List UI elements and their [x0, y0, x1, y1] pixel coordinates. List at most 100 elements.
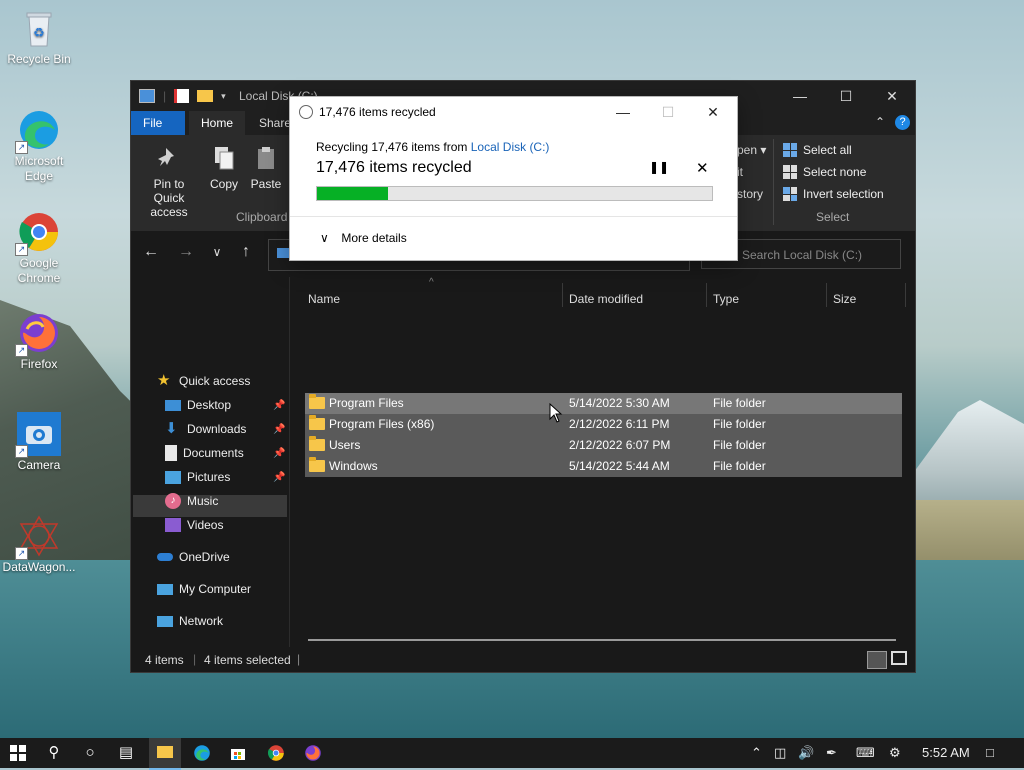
paste-button[interactable]: Paste [249, 145, 283, 191]
qat-dropdown-icon[interactable]: ▾ [221, 91, 226, 102]
desktop-icon-firefox[interactable]: ↗ Firefox [1, 311, 77, 372]
new-folder-icon[interactable] [197, 90, 214, 102]
nav-label: Documents [183, 446, 244, 460]
table-row[interactable]: Users 2/12/2022 6:07 PM File folder [305, 435, 902, 456]
nav-documents[interactable]: Documents [165, 442, 244, 464]
large-icons-view-button[interactable] [891, 651, 907, 665]
nav-my-computer[interactable]: My Computer [157, 578, 251, 600]
details-view-button[interactable] [867, 651, 887, 669]
column-header-name[interactable]: Name [308, 287, 340, 311]
column-header-date[interactable]: Date modified [569, 287, 643, 311]
pen-workspace-icon[interactable]: ✒ [826, 738, 837, 768]
search-icon[interactable]: ⚲ [36, 741, 72, 765]
start-button[interactable] [0, 741, 36, 765]
column-header-type[interactable]: Type [713, 287, 739, 311]
show-hidden-icons-chevron-icon[interactable]: ⌃ [751, 738, 762, 768]
pause-button[interactable]: ❚❚ [649, 160, 669, 174]
dialog-maximize-button[interactable]: ☐ [645, 97, 691, 127]
column-separator[interactable] [905, 283, 906, 307]
onedrive-cloud-icon [157, 553, 173, 561]
touch-keyboard-icon[interactable]: ⌨ [856, 738, 875, 768]
open-button[interactable]: pen ▾ [737, 143, 766, 157]
action-center-icon[interactable]: □ [986, 738, 994, 768]
desktop-icon-chrome[interactable]: ↗ Google Chrome [1, 210, 77, 286]
taskbar-chrome-icon[interactable] [258, 741, 294, 765]
maximize-button[interactable]: ☐ [823, 81, 869, 111]
volume-icon[interactable]: 🔊 [798, 738, 814, 768]
nav-network[interactable]: Network [157, 610, 223, 632]
svg-text:♻: ♻ [33, 25, 45, 40]
table-row[interactable]: Program Files 5/14/2022 5:30 AM File fol… [305, 393, 902, 414]
more-details-toggle[interactable]: ∨ More details [320, 231, 407, 245]
horizontal-scrollbar[interactable] [308, 639, 896, 641]
row-name: Program Files [329, 396, 404, 410]
network-status-icon[interactable]: ◫ [774, 738, 786, 768]
desktop-icon-recycle-bin[interactable]: ♻ Recycle Bin [1, 6, 77, 67]
nav-label: My Computer [179, 582, 252, 596]
row-type: File folder [713, 438, 766, 452]
desktop-icon-datawagon[interactable]: ↗ DataWagon... [1, 514, 77, 575]
taskbar-clock[interactable]: 5:52 AM [922, 738, 970, 768]
nav-label: Network [179, 614, 224, 628]
cancel-button[interactable]: ✕ [696, 159, 709, 177]
nav-desktop[interactable]: Desktop [165, 394, 231, 416]
dialog-minimize-button[interactable]: — [600, 97, 646, 127]
row-date: 5/14/2022 5:30 AM [569, 396, 670, 410]
cortana-icon[interactable]: ○ [72, 741, 108, 765]
taskbar-edge-icon[interactable] [184, 741, 220, 765]
up-button[interactable]: ↑ [234, 243, 258, 261]
nav-pictures[interactable]: Pictures [165, 466, 230, 488]
nav-quick-access[interactable]: ★ Quick access [157, 370, 250, 392]
dialog-close-button[interactable]: ✕ [690, 97, 736, 127]
selected-count: 4 items selected [204, 653, 291, 667]
nav-downloads[interactable]: ⬇ Downloads [165, 418, 246, 440]
tab-home[interactable]: Home [189, 111, 246, 135]
close-button[interactable]: ✕ [869, 81, 915, 111]
history-button[interactable]: story [737, 187, 763, 201]
network-icon [157, 615, 173, 627]
select-none-button[interactable]: Select none [783, 165, 866, 179]
pin-to-quick-access-button[interactable]: Pin to Quick access [137, 145, 201, 219]
collapse-ribbon-icon[interactable]: ⌃ [875, 115, 885, 129]
open-fragment: pen [737, 143, 758, 157]
nav-label: Videos [187, 518, 224, 532]
shortcut-arrow-icon: ↗ [15, 547, 28, 560]
shortcut-arrow-icon: ↗ [15, 344, 28, 357]
column-header-size[interactable]: Size [833, 287, 856, 311]
folder-icon [309, 436, 325, 451]
column-separator[interactable] [826, 283, 827, 307]
invert-selection-button[interactable]: Invert selection [783, 187, 884, 201]
taskbar-store-icon[interactable] [220, 741, 256, 765]
minimize-button[interactable]: — [777, 81, 823, 111]
forward-button[interactable]: → [174, 243, 198, 261]
back-button[interactable]: ← [139, 243, 163, 261]
select-none-icon [783, 165, 797, 179]
taskbar-firefox-icon[interactable] [295, 741, 331, 765]
table-row[interactable]: Program Files (x86) 2/12/2022 6:11 PM Fi… [305, 414, 902, 435]
recent-locations-button[interactable]: ∨ [205, 245, 229, 259]
nav-music[interactable]: ♪ Music [165, 490, 218, 512]
settings-gear-icon[interactable]: ⚙ [889, 738, 901, 768]
properties-icon[interactable] [174, 89, 190, 103]
nav-videos[interactable]: Videos [165, 514, 223, 536]
source-location-link[interactable]: Local Disk (C:) [471, 140, 550, 154]
select-all-button[interactable]: Select all [783, 143, 852, 157]
column-separator[interactable] [562, 283, 563, 307]
folder-icon [309, 415, 325, 430]
taskbar-file-explorer[interactable] [149, 738, 181, 770]
recycle-progress-dialog: 17,476 items recycled — ☐ ✕ Recycling 17… [289, 96, 738, 261]
help-icon[interactable]: ? [895, 115, 910, 130]
tab-file[interactable]: File [131, 111, 185, 135]
desktop-icon-camera[interactable]: ↗ Camera [1, 412, 77, 473]
copy-button[interactable]: Copy [207, 145, 241, 191]
recycling-status-line: Recycling 17,476 items from Local Disk (… [316, 140, 549, 154]
task-view-icon[interactable]: ▤ [108, 741, 144, 765]
row-date: 2/12/2022 6:11 PM [569, 417, 670, 431]
row-type: File folder [713, 396, 766, 410]
toolbar-divider: | [163, 89, 167, 103]
column-separator[interactable] [706, 283, 707, 307]
dialog-title-bar[interactable]: 17,476 items recycled — ☐ ✕ [290, 97, 737, 127]
desktop-icon-edge[interactable]: ↗ Microsoft Edge [1, 108, 77, 184]
table-row[interactable]: Windows 5/14/2022 5:44 AM File folder [305, 456, 902, 477]
nav-onedrive[interactable]: OneDrive [157, 546, 230, 568]
